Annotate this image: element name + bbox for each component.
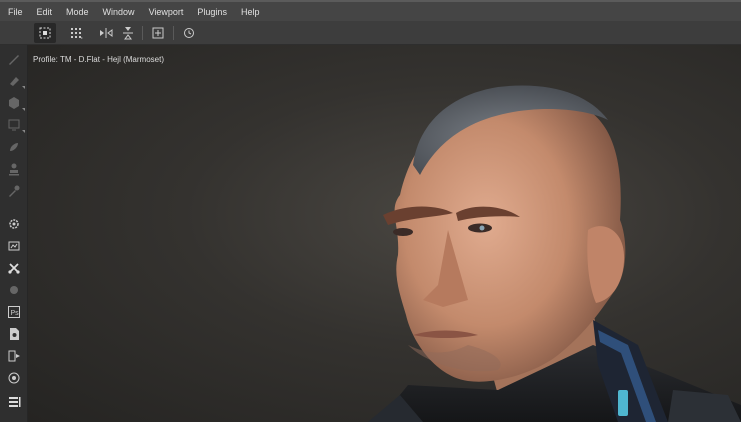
left-tool-panel: Ps [0, 45, 28, 422]
material-icon [10, 286, 18, 294]
stamp-icon [9, 163, 19, 176]
grid-select-icon [71, 28, 83, 39]
history-icon [184, 28, 194, 38]
mirror-vertical-icon [123, 27, 133, 40]
svg-text:Ps: Ps [11, 310, 20, 317]
smudge-icon [10, 143, 18, 151]
projection-tool[interactable] [5, 116, 25, 134]
fill-tool[interactable] [5, 94, 25, 112]
history-button[interactable] [180, 23, 198, 43]
document-tool[interactable] [5, 325, 23, 343]
eraser-tool[interactable] [5, 72, 25, 90]
settings-icon [9, 219, 19, 229]
image-icon [8, 241, 20, 251]
document-icon [10, 328, 19, 340]
menu-mode[interactable]: Mode [66, 7, 89, 17]
eraser-icon [10, 77, 19, 86]
camera-tool[interactable] [5, 369, 23, 387]
marquee-select-button[interactable] [34, 23, 56, 43]
eyedropper-icon [9, 185, 20, 197]
frame-button[interactable] [149, 23, 167, 43]
mirror-horizontal-button[interactable] [97, 23, 115, 43]
eyedropper-tool[interactable] [5, 182, 23, 200]
smudge-tool[interactable] [5, 138, 23, 156]
render-profile-label: Profile: TM - D.Flat - Hejl (Marmoset) [33, 55, 164, 64]
toolbar-separator [142, 26, 143, 40]
toolbar [0, 21, 741, 45]
camera-icon [8, 372, 20, 384]
menu-bar: File Edit Mode Window Viewport Plugins H… [0, 0, 741, 21]
settings-tool[interactable] [5, 215, 23, 233]
3d-viewport[interactable]: Profile: TM - D.Flat - Hejl (Marmoset) [28, 45, 741, 422]
material-tool[interactable] [5, 281, 23, 299]
menu-help[interactable]: Help [241, 7, 260, 17]
marquee-select-icon [39, 27, 51, 39]
export-icon [8, 350, 20, 362]
projection-icon [8, 119, 20, 131]
mirror-vertical-button[interactable] [119, 23, 137, 43]
layers-icon [9, 397, 21, 407]
grid-select-button[interactable] [66, 23, 88, 43]
fill-icon [9, 97, 19, 109]
mirror-horizontal-icon [100, 28, 113, 38]
menu-viewport[interactable]: Viewport [149, 7, 184, 17]
stamp-tool[interactable] [5, 160, 23, 178]
menu-edit[interactable]: Edit [37, 7, 53, 17]
brush-tool[interactable] [5, 50, 23, 68]
frame-icon [152, 27, 164, 39]
app-window: File Edit Mode Window Viewport Plugins H… [0, 0, 741, 422]
character-head-render [368, 85, 741, 422]
photoshop-tool[interactable]: Ps [5, 303, 23, 321]
photoshop-icon: Ps [8, 306, 20, 318]
export-tool[interactable] [5, 347, 23, 365]
toolbar-separator [173, 26, 174, 40]
brush-icon [9, 55, 19, 65]
scissors-icon [8, 263, 20, 274]
image-tool[interactable] [5, 237, 23, 255]
menu-plugins[interactable]: Plugins [197, 7, 227, 17]
layers-tool[interactable] [5, 393, 23, 411]
scissors-tool[interactable] [5, 259, 23, 277]
menu-window[interactable]: Window [103, 7, 135, 17]
menu-file[interactable]: File [8, 7, 23, 17]
